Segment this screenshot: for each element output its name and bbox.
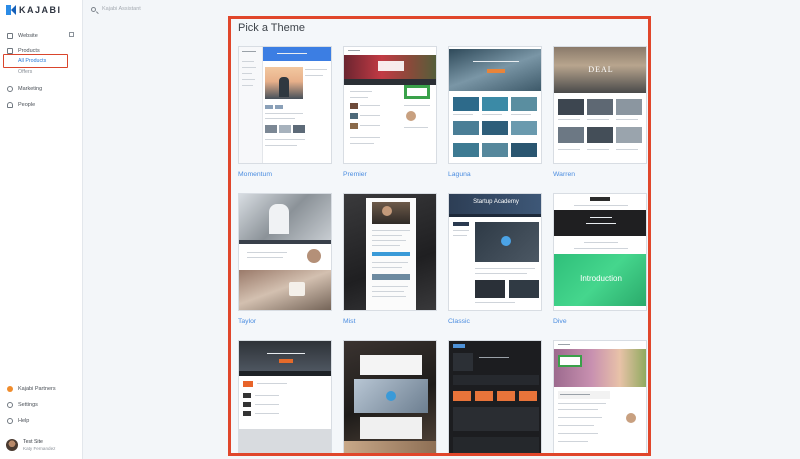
sidebar-bottom-nav: Kajabi Partners Settings Help <box>0 383 83 426</box>
sidebar-subitem-all-products[interactable]: All Products <box>18 58 46 64</box>
sidebar-nav-lower: Marketing People <box>0 83 83 110</box>
theme-card-11[interactable] <box>448 340 542 453</box>
theme-name[interactable]: Dive <box>553 318 567 325</box>
theme-card-momentum[interactable]: Momentum <box>238 46 332 178</box>
gear-icon <box>7 401 13 408</box>
theme-thumbnail[interactable] <box>343 46 437 164</box>
megaphone-icon <box>7 85 13 92</box>
theme-card-10[interactable] <box>343 340 437 453</box>
warren-hero-text: DEAL <box>588 65 614 74</box>
theme-name[interactable]: Premier <box>343 171 367 178</box>
theme-thumbnail[interactable] <box>448 46 542 164</box>
help-icon <box>7 417 13 424</box>
theme-name[interactable]: Warren <box>553 171 575 178</box>
sidebar-item-people[interactable]: People <box>0 99 83 110</box>
logo-text: KAJABI <box>19 5 62 15</box>
dive-hero-text: Introduction <box>580 274 622 283</box>
theme-thumbnail[interactable] <box>238 46 332 164</box>
classic-hero-text: Startup Academy <box>473 199 519 205</box>
sidebar-item-label: Products <box>18 47 40 54</box>
theme-card-laguna[interactable]: Laguna <box>448 46 542 178</box>
avatar <box>6 439 18 451</box>
theme-card-12[interactable] <box>553 340 647 453</box>
theme-thumbnail[interactable]: DEAL <box>553 46 647 164</box>
sidebar-item-label: Kajabi Partners <box>18 385 56 392</box>
sidebar-nav: Website Products <box>0 30 83 56</box>
theme-name[interactable]: Momentum <box>238 171 272 178</box>
external-link-icon[interactable] <box>69 32 74 37</box>
sidebar-item-marketing[interactable]: Marketing <box>0 83 83 94</box>
theme-card-9[interactable] <box>238 340 332 453</box>
kajabi-logo[interactable]: KAJABI <box>6 4 62 16</box>
sidebar-item-label: Help <box>18 417 30 424</box>
sidebar-item-label: Website <box>18 32 38 39</box>
person-icon <box>7 101 13 108</box>
user-menu[interactable]: Test Site Katy Fernandez <box>6 439 55 451</box>
theme-thumbnail[interactable] <box>343 193 437 311</box>
theme-card-taylor[interactable]: Taylor <box>238 193 332 325</box>
sidebar-item-label: Settings <box>18 401 38 408</box>
theme-thumbnail[interactable]: Startup Academy <box>448 193 542 311</box>
theme-card-classic[interactable]: Startup Academy Classic <box>448 193 542 325</box>
sidebar-item-label: Marketing <box>18 85 43 92</box>
monitor-icon <box>7 32 13 39</box>
folder-icon <box>7 47 13 54</box>
partner-icon <box>7 385 13 392</box>
sidebar-item-settings[interactable]: Settings <box>0 399 83 410</box>
theme-thumbnail[interactable] <box>553 340 647 453</box>
theme-picker-panel: Pick a Theme Momentum Premier Laguna DEA… <box>228 16 651 456</box>
theme-name[interactable]: Laguna <box>448 171 471 178</box>
theme-name[interactable]: Classic <box>448 318 470 325</box>
search-input[interactable] <box>102 6 222 12</box>
sidebar-subitem-offers[interactable]: Offers <box>18 69 32 75</box>
user-name: Katy Fernandez <box>23 445 56 451</box>
sidebar-item-partners[interactable]: Kajabi Partners <box>0 383 83 394</box>
search-bar <box>91 3 222 15</box>
sidebar-item-label: People <box>18 101 36 108</box>
theme-thumbnail[interactable] <box>238 340 332 453</box>
page-title: Pick a Theme <box>238 22 306 34</box>
theme-thumbnail[interactable]: Introduction <box>553 193 647 311</box>
theme-card-mist[interactable]: Mist <box>343 193 437 325</box>
search-icon <box>91 6 96 12</box>
theme-name[interactable]: Taylor <box>238 318 256 325</box>
sidebar-item-help[interactable]: Help <box>0 415 83 426</box>
theme-thumbnail[interactable] <box>238 193 332 311</box>
theme-thumbnail[interactable] <box>343 340 437 453</box>
kajabi-logo-icon <box>6 5 16 15</box>
sidebar: KAJABI Website Products All Products Off… <box>0 0 83 459</box>
theme-card-warren[interactable]: DEAL Warren <box>553 46 647 178</box>
sidebar-item-website[interactable]: Website <box>0 30 83 41</box>
theme-card-premier[interactable]: Premier <box>343 46 437 178</box>
theme-thumbnail[interactable] <box>448 340 542 453</box>
theme-name[interactable]: Mist <box>343 318 355 325</box>
theme-card-dive[interactable]: Introduction Dive <box>553 193 647 325</box>
